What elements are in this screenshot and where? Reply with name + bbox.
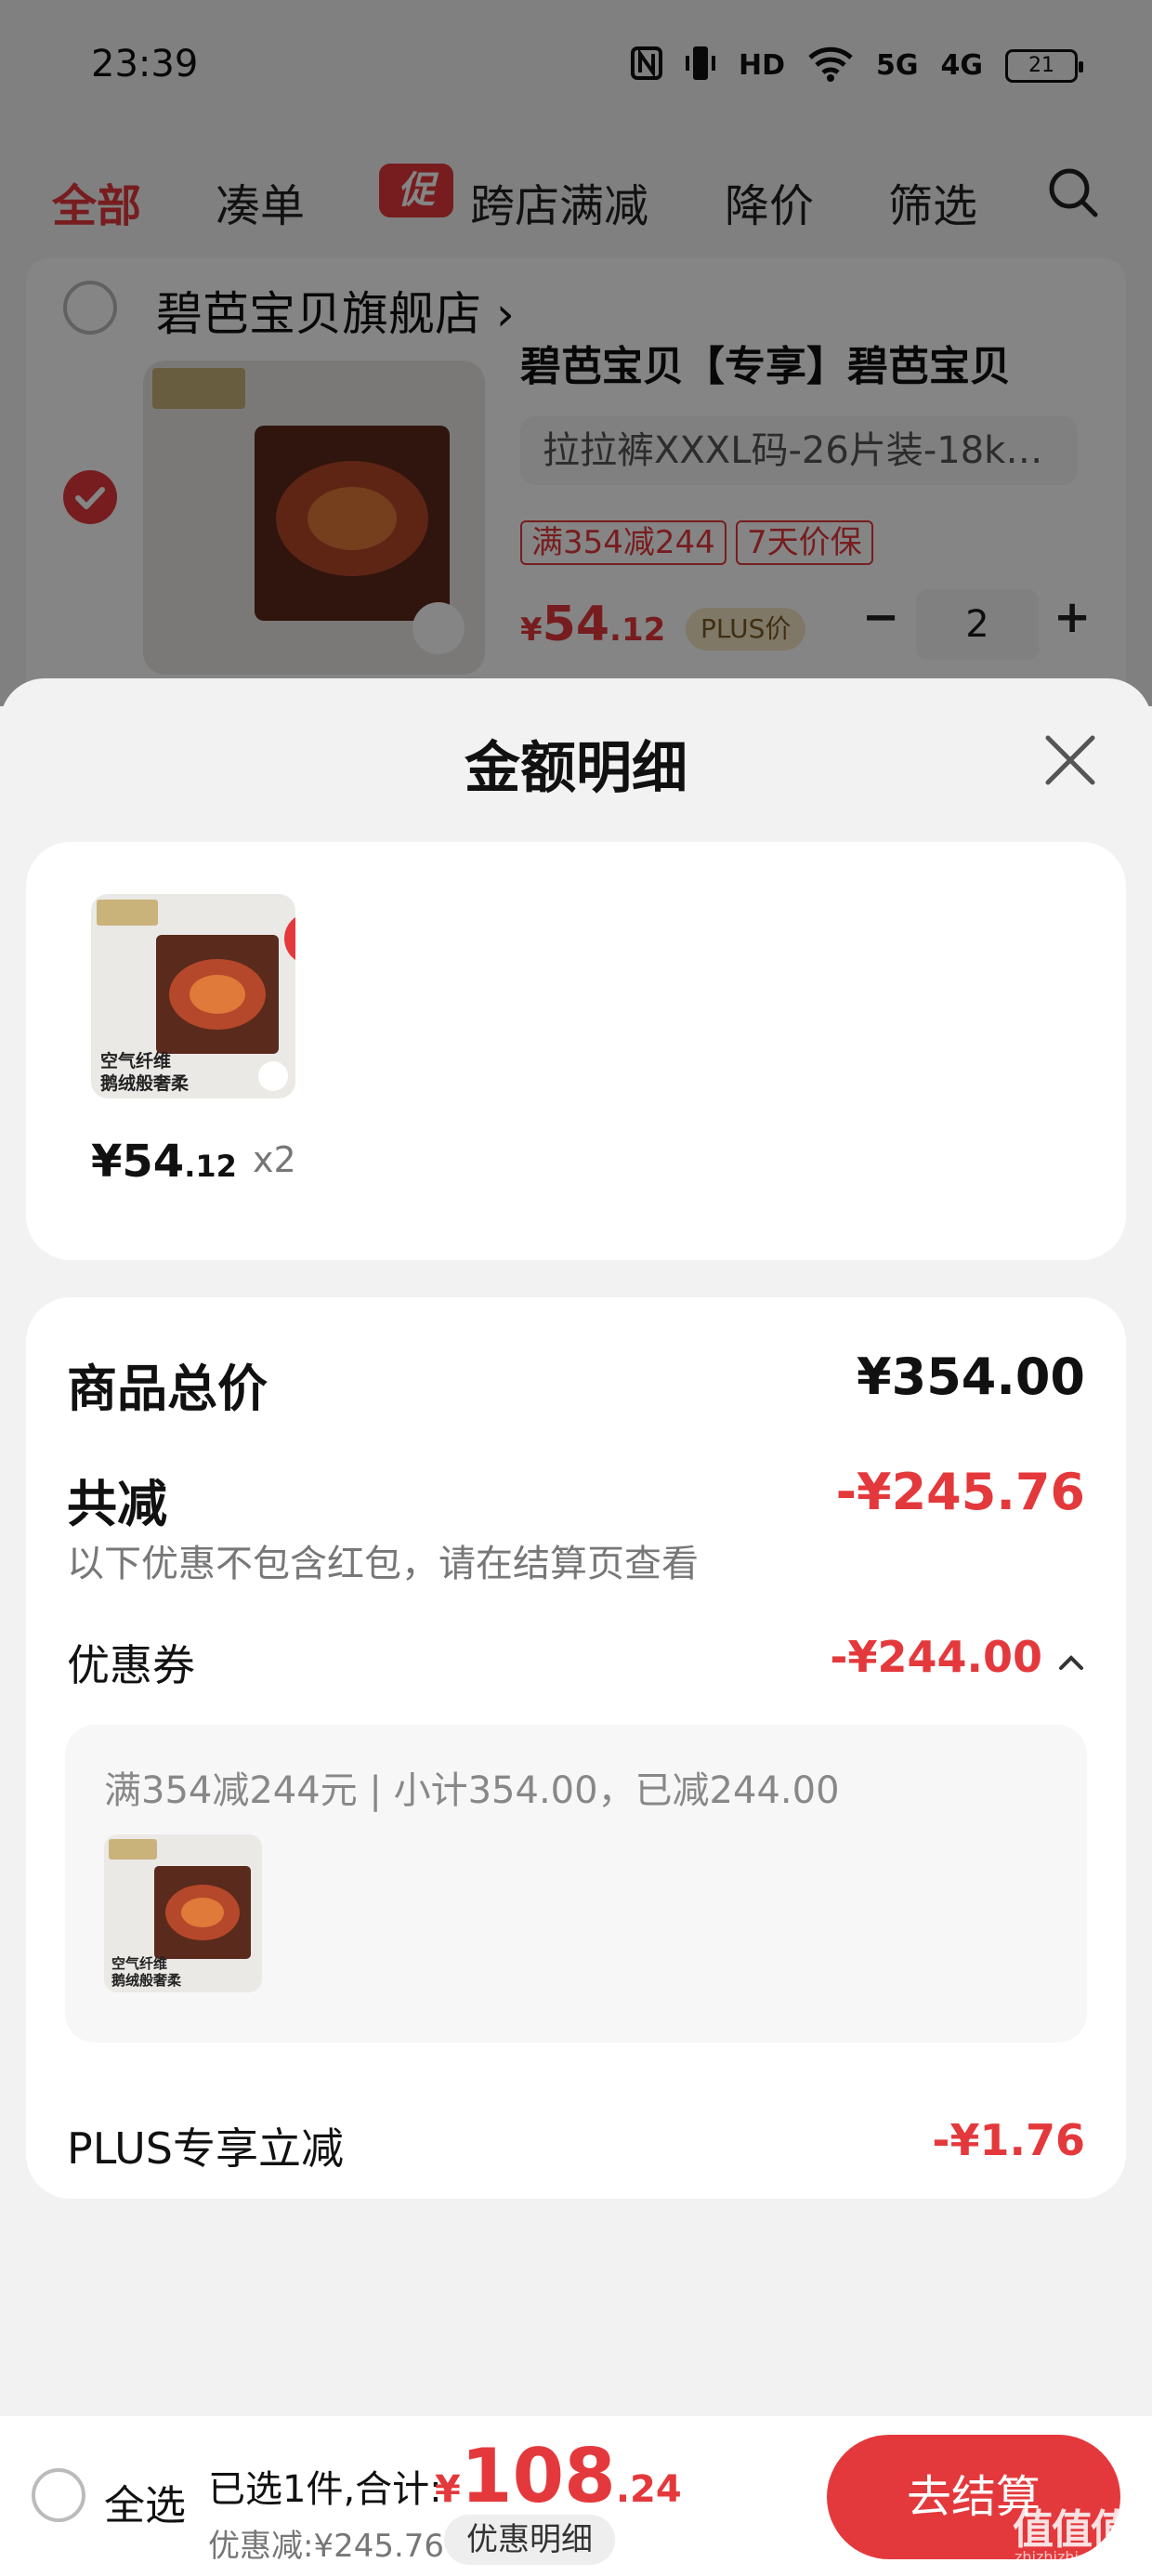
watermark-logo: 值值值 [1013,2506,1132,2554]
thumb-text-line1: 空气纤维 [100,1050,171,1071]
total-amount: ¥108.24 [435,2433,682,2519]
watermark-url: zhizhizhi.com [1015,2548,1116,2566]
total-price-label: 商品总价 [67,1360,268,1418]
plus-discount-value: -¥1.76 [932,2115,1085,2165]
total-reduce-value: -¥245.76 [835,1463,1085,1521]
selected-items-card: 空气纤维 鹅绒般奢柔 ¥54.12 x2 [26,842,1126,1260]
coupon-item-thumbnail: 空气纤维 鹅绒般奢柔 [104,1834,262,1992]
item-price-dec: .12 [184,1149,237,1184]
selected-summary: 已选1件,合计: [208,2468,442,2511]
item-price-int: ¥54 [91,1136,185,1188]
discount-summary: 优惠减:¥245.76 [208,2528,445,2565]
coupon-thumb-text-line1: 空气纤维 [111,1955,167,1972]
reduce-note: 以下优惠不包含红包，请在结算页查看 [67,1543,699,1585]
total-int: 108 [460,2433,616,2519]
plus-discount-label: PLUS专享立减 [67,2123,344,2174]
coupon-label: 优惠券 [67,1640,195,1690]
coupon-value: -¥244.00 [830,1632,1042,1682]
thumb-text-line2: 鹅绒般奢柔 [100,1072,190,1094]
total-price-value: ¥354.00 [857,1347,1085,1406]
discount-detail-button[interactable]: 优惠明细 [444,2515,615,2565]
select-all-label[interactable]: 全选 [104,2472,186,2531]
modal-overlay[interactable] [0,0,1152,706]
select-all-radio[interactable] [32,2468,85,2522]
total-dec: .24 [615,2468,682,2511]
item-quantity: x2 [253,1139,296,1180]
total-reduce-label: 共减 [67,1475,167,1533]
item-selected-check-icon[interactable] [284,913,295,965]
coupon-thumb-text-line2: 鹅绒般奢柔 [111,1972,182,1989]
amount-detail-sheet: 金额明细 空气纤维 鹅绒般奢柔 ¥54.12 x2 商品总价 ¥354.00 共… [0,678,1152,2576]
coupon-toggle[interactable]: -¥244.00 [830,1632,1085,1682]
item-price: ¥54.12 [91,1136,237,1188]
checkout-footer: 全选 已选1件,合计: ¥108.24 优惠减:¥245.76 优惠明细 去结算 [0,2416,1152,2576]
chevron-up-icon [1057,1632,1085,1682]
total-symbol: ¥ [435,2468,461,2511]
price-breakdown-card: 商品总价 ¥354.00 共减 -¥245.76 以下优惠不包含红包，请在结算页… [26,1297,1126,2199]
sheet-title: 金额明细 [465,736,687,801]
coupon-detail-box: 满354减244元 | 小计354.00，已减244.00 空气纤维 鹅绒般奢柔 [65,1725,1087,2043]
item-thumbnail[interactable]: 空气纤维 鹅绒般奢柔 [91,894,295,1098]
coupon-detail-text: 满354减244元 | 小计354.00，已减244.00 [104,1769,840,1812]
close-icon[interactable] [1041,730,1100,790]
